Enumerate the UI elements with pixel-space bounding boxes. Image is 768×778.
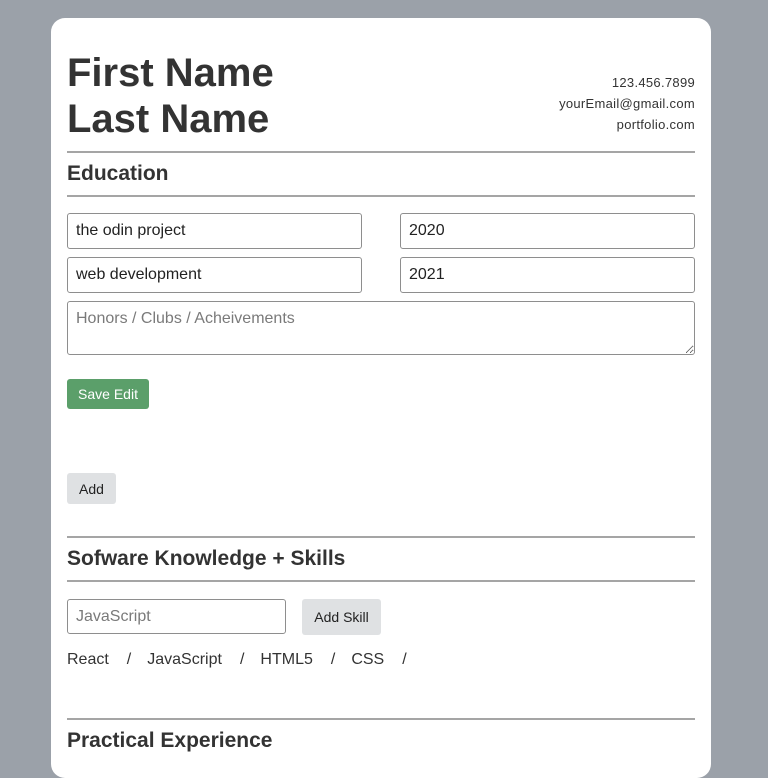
- save-edit-button[interactable]: Save Edit: [67, 379, 149, 409]
- last-name: Last Name: [67, 97, 270, 141]
- contact-info: 123.456.7899 yourEmail@gmail.com portfol…: [559, 72, 695, 135]
- phone-number: 123.456.7899: [611, 75, 695, 90]
- end-year-input[interactable]: [400, 257, 695, 293]
- add-education-button[interactable]: Add: [67, 473, 116, 504]
- first-name: First Name: [67, 51, 274, 95]
- skill-item: CSS: [351, 651, 385, 668]
- school-input[interactable]: [67, 213, 362, 249]
- skill-item: JavaScript: [147, 651, 222, 668]
- email-address: yourEmail@gmail.com: [559, 96, 695, 111]
- skill-separator: /: [402, 651, 407, 668]
- resume-header: First Name Last Name 123.456.7899 yourEm…: [67, 18, 695, 151]
- skills-section: Sofware Knowledge + Skills: [67, 536, 695, 582]
- skill-separator: /: [330, 651, 336, 668]
- skill-item: HTML5: [260, 651, 313, 668]
- add-skill-button[interactable]: Add Skill: [302, 599, 381, 635]
- skill-separator: /: [239, 651, 245, 668]
- skills-heading: Sofware Knowledge + Skills: [67, 547, 346, 570]
- skill-input[interactable]: [67, 599, 286, 634]
- skills-list: React / JavaScript / HTML5 / CSS /: [67, 651, 423, 669]
- skill-item: React: [67, 651, 109, 668]
- honors-textarea[interactable]: [67, 301, 695, 355]
- experience-heading: Practical Experience: [67, 729, 273, 752]
- experience-section: Practical Experience: [67, 718, 695, 762]
- portfolio-link: portfolio.com: [616, 117, 695, 132]
- study-input[interactable]: [67, 257, 362, 293]
- skill-separator: /: [126, 651, 132, 668]
- divider: [67, 580, 695, 582]
- full-name: First Name Last Name: [67, 50, 274, 142]
- resume-card: First Name Last Name 123.456.7899 yourEm…: [51, 18, 711, 778]
- start-year-input[interactable]: [400, 213, 695, 249]
- education-heading: Education: [67, 162, 169, 185]
- divider: [67, 195, 695, 197]
